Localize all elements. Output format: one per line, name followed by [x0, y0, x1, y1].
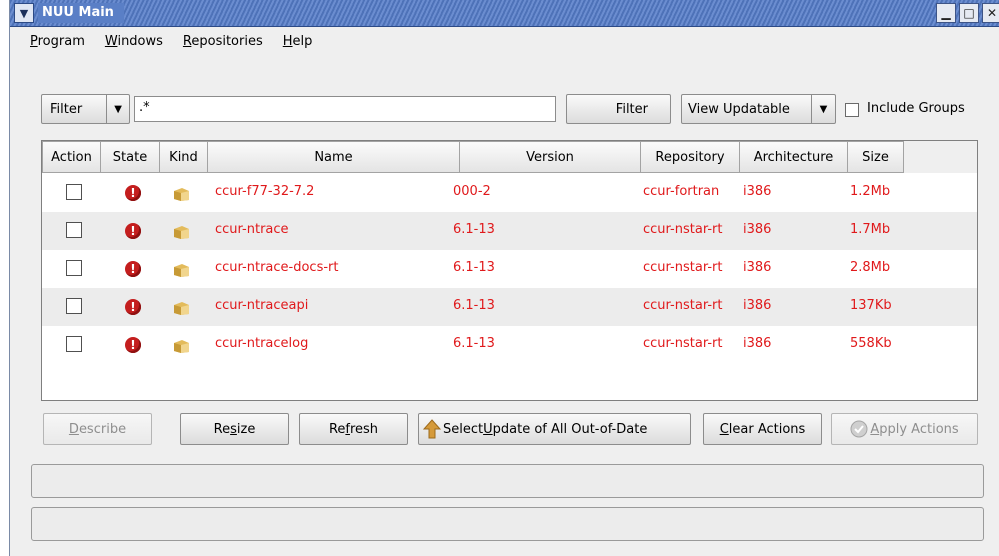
action-checkbox[interactable] [66, 222, 82, 238]
table-row[interactable]: ! ccur-ntrace-docs-rt 6.1-13 ccur-nstar-… [42, 250, 977, 288]
package-icon [174, 302, 189, 315]
package-icon [174, 188, 189, 201]
column-header-repository[interactable]: Repository [640, 141, 740, 173]
resize-button[interactable]: Re s ize [180, 413, 289, 445]
package-repository: ccur-nstar-rt [643, 260, 723, 275]
status-bar-secondary [31, 507, 984, 541]
chevron-down-icon[interactable]: ▼ [106, 95, 129, 123]
error-icon: ! [125, 185, 141, 201]
action-checkbox[interactable] [66, 260, 82, 276]
select-update-button[interactable]: Select Update of All Out-of-Date [418, 413, 691, 445]
package-repository: ccur-nstar-rt [643, 298, 723, 313]
column-header-architecture[interactable]: Architecture [739, 141, 848, 173]
up-arrow-icon [423, 419, 441, 439]
menu-program[interactable]: Program [10, 30, 93, 52]
package-repository: ccur-nstar-rt [643, 222, 723, 237]
menu-help[interactable]: Help [271, 30, 321, 52]
column-header-action[interactable]: Action [42, 141, 101, 173]
package-version: 6.1-13 [453, 298, 495, 313]
column-header-version[interactable]: Version [459, 141, 641, 173]
minimize-icon[interactable]: ▁ [936, 3, 956, 23]
filter-input[interactable] [134, 96, 556, 122]
column-header-size[interactable]: Size [847, 141, 904, 173]
package-size: 137Kb [850, 298, 892, 313]
column-header-name[interactable]: Name [207, 141, 460, 173]
column-header-state[interactable]: State [100, 141, 160, 173]
package-version: 6.1-13 [453, 222, 495, 237]
package-name: ccur-ntrace [215, 222, 289, 237]
action-checkbox[interactable] [66, 336, 82, 352]
menu-windows[interactable]: Windows [93, 30, 171, 52]
include-groups-checkbox[interactable] [845, 103, 859, 117]
apply-actions-button[interactable]: Apply Actions [831, 413, 978, 445]
table-header: Action State Kind Name Version Repositor… [42, 141, 977, 173]
package-size: 558Kb [850, 336, 892, 351]
menu-bar: Program Windows Repositories Help [10, 30, 999, 52]
package-architecture: i386 [743, 184, 772, 199]
status-bar-primary [31, 464, 984, 498]
action-checkbox[interactable] [66, 298, 82, 314]
table-row[interactable]: ! ccur-f77-32-7.2 000-2 ccur-fortran i38… [42, 174, 977, 212]
include-groups-label: Include Groups [867, 101, 965, 116]
describe-button[interactable]: Describe [43, 413, 152, 445]
package-repository: ccur-nstar-rt [643, 336, 723, 351]
error-icon: ! [125, 299, 141, 315]
error-icon: ! [125, 261, 141, 277]
title-bar: ▼ NUU Main ▁ □ ✕ [10, 0, 999, 27]
menu-repositories[interactable]: Repositories [171, 30, 271, 52]
package-architecture: i386 [743, 222, 772, 237]
nuu-main-window: ▼ NUU Main ▁ □ ✕ Program Windows Reposit… [9, 0, 999, 556]
package-architecture: i386 [743, 298, 772, 313]
package-version: 000-2 [453, 184, 491, 199]
package-name: ccur-ntracelog [215, 336, 309, 351]
table-row[interactable]: ! ccur-ntrace 6.1-13 ccur-nstar-rt i386 … [42, 212, 977, 250]
table-row[interactable]: ! ccur-ntraceapi 6.1-13 ccur-nstar-rt i3… [42, 288, 977, 326]
filter-toolbar: Filter ▼ Filter View Updatable ▼ Include… [10, 93, 999, 127]
package-version: 6.1-13 [453, 336, 495, 351]
check-circle-icon [850, 420, 868, 438]
package-size: 2.8Mb [850, 260, 891, 275]
package-size: 1.2Mb [850, 184, 891, 199]
chevron-down-icon[interactable]: ▼ [810, 95, 835, 123]
package-repository: ccur-fortran [643, 184, 720, 199]
filter-type-select[interactable]: Filter ▼ [41, 94, 130, 124]
filter-button[interactable]: Filter [566, 94, 671, 124]
action-button-bar: Describe Re s ize Re f resh Select Update of… [41, 413, 981, 445]
filter-type-label: Filter [50, 101, 83, 117]
table-row[interactable]: ! ccur-ntracelog 6.1-13 ccur-nstar-rt i3… [42, 326, 977, 364]
package-version: 6.1-13 [453, 260, 495, 275]
package-table: Action State Kind Name Version Repositor… [41, 140, 978, 401]
column-header-kind[interactable]: Kind [159, 141, 208, 173]
view-select-label: View Updatable [688, 101, 790, 117]
error-icon: ! [125, 337, 141, 353]
package-architecture: i386 [743, 336, 772, 351]
window-title: NUU Main [38, 3, 124, 23]
package-icon [174, 226, 189, 239]
clear-actions-button[interactable]: Clear Actions [703, 413, 822, 445]
package-name: ccur-f77-32-7.2 [215, 184, 315, 199]
window-menu-icon[interactable]: ▼ [14, 3, 34, 23]
error-icon: ! [125, 223, 141, 239]
action-checkbox[interactable] [66, 184, 82, 200]
view-select[interactable]: View Updatable ▼ [681, 94, 836, 124]
package-icon [174, 264, 189, 277]
package-icon [174, 340, 189, 353]
refresh-button[interactable]: Re f resh [299, 413, 408, 445]
maximize-icon[interactable]: □ [959, 3, 979, 23]
package-size: 1.7Mb [850, 222, 891, 237]
package-name: ccur-ntrace-docs-rt [215, 260, 339, 275]
package-name: ccur-ntraceapi [215, 298, 309, 313]
close-icon[interactable]: ✕ [982, 3, 999, 23]
package-architecture: i386 [743, 260, 772, 275]
